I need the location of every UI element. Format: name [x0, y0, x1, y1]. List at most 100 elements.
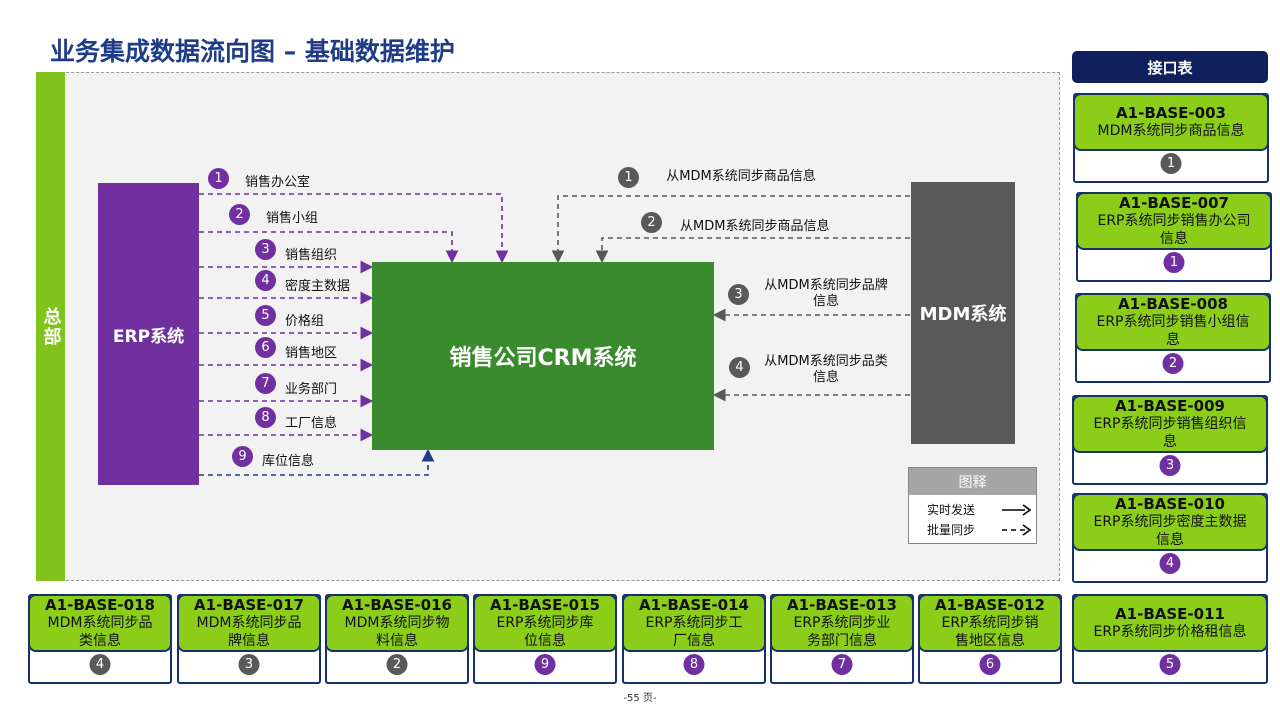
flow-badge-erp-6: 6: [255, 337, 276, 358]
legend-realtime-arrow-icon: [1002, 504, 1031, 516]
flow-badge-erp-1: 1: [208, 168, 229, 189]
flow-label-erp-4: 密度主数据: [285, 279, 351, 294]
interface-flow-badge: 9: [534, 654, 556, 675]
interface-description: ERP系统同步工厂信息: [645, 615, 743, 649]
flow-label-erp-5: 价格组: [285, 314, 325, 329]
flow-label-erp-6: 销售地区: [285, 346, 338, 361]
interface-card-header: A1-BASE-009 ERP系统同步销售组织信息: [1072, 395, 1268, 453]
interface-id: A1-BASE-013: [787, 596, 897, 614]
flow-badge-erp-5: 5: [255, 305, 276, 326]
legend-batch-arrow-icon: [1002, 524, 1031, 536]
interface-id: A1-BASE-010: [1115, 495, 1225, 513]
interface-card: A1-BASE-014 ERP系统同步工厂信息 8: [622, 594, 766, 684]
interface-id: A1-BASE-012: [935, 596, 1045, 614]
legend-title: 图释: [909, 468, 1036, 495]
interface-flow-badge: 1: [1160, 153, 1182, 174]
interface-card-header: A1-BASE-015 ERP系统同步库位信息: [473, 594, 617, 652]
interface-card-header: A1-BASE-008 ERP系统同步销售小组信息: [1075, 293, 1271, 351]
interface-id: A1-BASE-015: [490, 596, 600, 614]
flow-label-mdm-4: 从MDM系统同步品类信息: [764, 354, 888, 385]
flow-label-erp-9: 库位信息: [262, 454, 315, 469]
interface-description: ERP系统同步价格租信息: [1093, 624, 1247, 640]
interface-card-header: A1-BASE-013 ERP系统同步业务部门信息: [770, 594, 914, 652]
flow-label-erp-3: 销售组织: [285, 248, 338, 263]
interface-card: A1-BASE-008 ERP系统同步销售小组信息 2: [1075, 293, 1271, 383]
interface-id: A1-BASE-009: [1115, 397, 1225, 415]
interface-card-header: A1-BASE-011 ERP系统同步价格租信息: [1072, 594, 1268, 652]
interface-card-header: A1-BASE-016 MDM系统同步物料信息: [325, 594, 469, 652]
interface-card: A1-BASE-012 ERP系统同步销售地区信息 6: [918, 594, 1062, 684]
interface-card: A1-BASE-007 ERP系统同步销售办公司信息 1: [1076, 192, 1272, 282]
interface-card-header: A1-BASE-012 ERP系统同步销售地区信息: [918, 594, 1062, 652]
interface-flow-badge: 3: [1159, 455, 1181, 476]
interface-id: A1-BASE-017: [194, 596, 304, 614]
interface-card-header: A1-BASE-018 MDM系统同步品类信息: [28, 594, 172, 652]
erp-system-box: ERP系统: [98, 183, 199, 485]
interface-description: ERP系统同步销售小组信息: [1096, 314, 1250, 348]
page-number: -55 页-: [623, 693, 657, 704]
flow-badge-mdm-3: 3: [728, 284, 749, 305]
interface-id: A1-BASE-008: [1118, 295, 1228, 313]
interface-description: MDM系统同步商品信息: [1097, 123, 1245, 139]
flow-label-erp-7: 业务部门: [285, 382, 338, 397]
flow-label-mdm-1: 从MDM系统同步商品信息: [666, 169, 816, 184]
interface-id: A1-BASE-011: [1115, 605, 1225, 623]
interface-card-header: A1-BASE-014 ERP系统同步工厂信息: [622, 594, 766, 652]
flow-label-erp-1: 销售办公室: [245, 175, 311, 190]
legend-batch-label: 批量同步: [927, 523, 976, 537]
flow-badge-erp-4: 4: [255, 270, 276, 291]
interface-card: A1-BASE-015 ERP系统同步库位信息 9: [473, 594, 617, 684]
interface-description: ERP系统同步库位信息: [496, 615, 594, 649]
interface-flow-badge: 2: [386, 654, 408, 675]
flow-label-erp-2: 销售小组: [266, 211, 319, 226]
flow-line-mdm-2: [595, 237, 910, 264]
flow-badge-erp-3: 3: [255, 239, 276, 260]
interface-card-header: A1-BASE-017 MDM系统同步品牌信息: [177, 594, 321, 652]
interface-card: A1-BASE-010 ERP系统同步密度主数据信息 4: [1072, 493, 1268, 583]
interface-id: A1-BASE-016: [342, 596, 452, 614]
interface-flow-badge: 4: [1159, 553, 1181, 574]
interface-table-header: 接口表: [1072, 51, 1268, 83]
mdm-system-box: MDM系统: [911, 182, 1015, 444]
interface-card: A1-BASE-011 ERP系统同步价格租信息 5: [1072, 594, 1268, 684]
interface-flow-badge: 1: [1163, 252, 1185, 273]
interface-card-header: A1-BASE-003 MDM系统同步商品信息: [1073, 93, 1269, 151]
interface-card: A1-BASE-003 MDM系统同步商品信息 1: [1073, 93, 1269, 183]
interface-flow-badge: 6: [979, 654, 1001, 675]
legend-box: 图释 实时发送 批量同步: [908, 467, 1037, 544]
interface-description: ERP系统同步销售组织信息: [1093, 416, 1247, 450]
flow-badge-erp-2: 2: [229, 204, 250, 225]
flow-badge-erp-7: 7: [255, 373, 276, 394]
interface-description: ERP系统同步密度主数据信息: [1093, 514, 1247, 548]
interface-flow-badge: 5: [1159, 654, 1181, 675]
flow-label-erp-8: 工厂信息: [285, 416, 338, 431]
interface-description: ERP系统同步销售办公司信息: [1097, 213, 1251, 247]
interface-description: MDM系统同步品牌信息: [196, 615, 302, 649]
flow-badge-mdm-1: 1: [618, 167, 639, 188]
legend-realtime-label: 实时发送: [927, 503, 976, 517]
flow-badge-mdm-4: 4: [729, 357, 750, 378]
interface-flow-badge: 8: [683, 654, 705, 675]
interface-description: MDM系统同步物料信息: [344, 615, 450, 649]
flow-badge-erp-8: 8: [255, 407, 276, 428]
flow-label-mdm-3: 从MDM系统同步品牌信息: [764, 278, 888, 309]
interface-card-header: A1-BASE-007 ERP系统同步销售办公司信息: [1076, 192, 1272, 250]
interface-flow-badge: 7: [831, 654, 853, 675]
interface-flow-badge: 3: [238, 654, 260, 675]
interface-flow-badge: 4: [89, 654, 111, 675]
interface-id: A1-BASE-007: [1119, 194, 1229, 212]
interface-card-header: A1-BASE-010 ERP系统同步密度主数据信息: [1072, 493, 1268, 551]
interface-card: A1-BASE-018 MDM系统同步品类信息 4: [28, 594, 172, 684]
interface-card: A1-BASE-013 ERP系统同步业务部门信息 7: [770, 594, 914, 684]
interface-card: A1-BASE-017 MDM系统同步品牌信息 3: [177, 594, 321, 684]
flow-line-erp-1: [199, 193, 509, 264]
flow-label-mdm-2: 从MDM系统同步商品信息: [680, 219, 830, 234]
interface-id: A1-BASE-014: [639, 596, 749, 614]
interface-card: A1-BASE-009 ERP系统同步销售组织信息 3: [1072, 395, 1268, 485]
flow-badge-erp-9: 9: [232, 446, 253, 467]
interface-description: MDM系统同步品类信息: [47, 615, 153, 649]
interface-id: A1-BASE-003: [1116, 104, 1226, 122]
interface-description: ERP系统同步销售地区信息: [941, 615, 1039, 649]
flow-badge-mdm-2: 2: [641, 212, 662, 233]
interface-description: ERP系统同步业务部门信息: [793, 615, 891, 649]
